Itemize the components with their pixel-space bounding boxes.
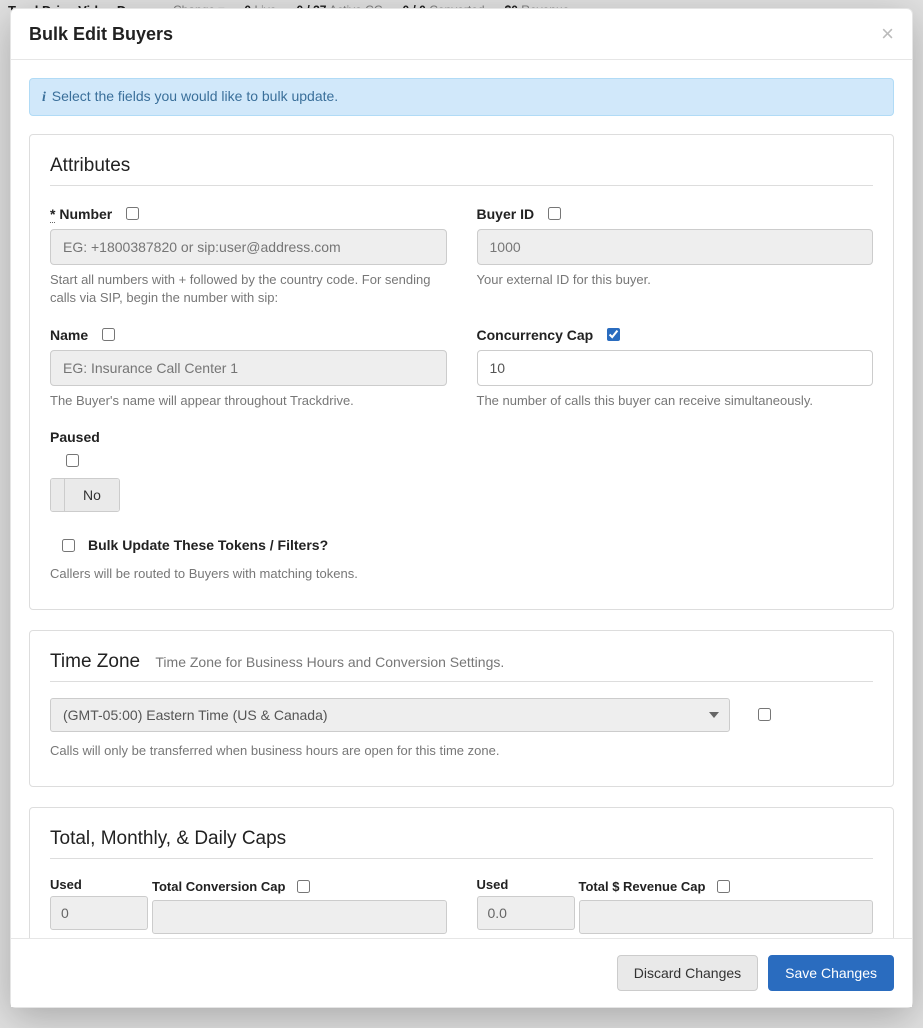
modal-header: Bulk Edit Buyers × [11, 9, 912, 60]
modal-footer: Discard Changes Save Changes [11, 938, 912, 1007]
attributes-panel: Attributes * Number Start all numbers wi… [29, 134, 894, 610]
rev-cap-checkbox[interactable] [717, 880, 730, 893]
buyer-id-help: Your external ID for this buyer. [477, 271, 874, 289]
paused-toggle[interactable]: No [50, 478, 120, 512]
paused-label: Paused [50, 429, 100, 445]
concurrency-input[interactable] [477, 350, 874, 386]
tokens-help: Callers will be routed to Buyers with ma… [50, 565, 873, 583]
tokens-checkbox[interactable] [62, 539, 75, 552]
number-input[interactable] [50, 229, 447, 265]
close-icon[interactable]: × [881, 23, 894, 45]
timezone-panel: Time Zone Time Zone for Business Hours a… [29, 630, 894, 787]
bulk-edit-modal: Bulk Edit Buyers × i Select the fields y… [10, 8, 913, 1008]
caps-panel: Total, Monthly, & Daily Caps Used Total … [29, 807, 894, 938]
buyer-id-field-group: Buyer ID Your external ID for this buyer… [477, 204, 874, 307]
conv-cap-checkbox[interactable] [297, 880, 310, 893]
revenue-cap-group: Used Total $ Revenue Cap [477, 877, 874, 934]
tokens-row: Bulk Update These Tokens / Filters? [50, 536, 873, 555]
name-label: Name [50, 327, 88, 343]
paused-value: No [65, 479, 119, 511]
name-help: The Buyer's name will appear throughout … [50, 392, 447, 410]
rev-cap-input[interactable] [579, 900, 874, 934]
caps-heading: Total, Monthly, & Daily Caps [50, 828, 873, 859]
toggle-handle [51, 479, 65, 511]
number-help: Start all numbers with + followed by the… [50, 271, 447, 307]
timezone-enable-checkbox[interactable] [758, 708, 771, 721]
used-conv-input[interactable] [50, 896, 148, 930]
used-rev-input[interactable] [477, 896, 575, 930]
conv-cap-input[interactable] [152, 900, 447, 934]
discard-button[interactable]: Discard Changes [617, 955, 758, 991]
modal-body: i Select the fields you would like to bu… [11, 60, 912, 938]
concurrency-field-group: Concurrency Cap The number of calls this… [477, 325, 874, 410]
timezone-subtitle: Time Zone for Business Hours and Convers… [155, 654, 504, 670]
number-field-group: * Number Start all numbers with + follow… [50, 204, 447, 307]
timezone-help: Calls will only be transferred when busi… [50, 742, 873, 760]
name-field-group: Name The Buyer's name will appear throug… [50, 325, 447, 410]
info-text: Select the fields you would like to bulk… [52, 88, 338, 104]
concurrency-label: Concurrency Cap [477, 327, 594, 343]
buyer-id-label: Buyer ID [477, 206, 535, 222]
name-enable-checkbox[interactable] [102, 328, 115, 341]
tokens-label: Bulk Update These Tokens / Filters? [88, 537, 328, 553]
number-label: * Number [50, 206, 112, 222]
paused-field-group: Paused No [50, 429, 445, 514]
info-icon: i [42, 90, 46, 105]
name-input[interactable] [50, 350, 447, 386]
buyer-id-enable-checkbox[interactable] [548, 207, 561, 220]
attributes-heading: Attributes [50, 155, 873, 186]
info-banner: i Select the fields you would like to bu… [29, 78, 894, 116]
concurrency-enable-checkbox[interactable] [607, 328, 620, 341]
concurrency-help: The number of calls this buyer can recei… [477, 392, 874, 410]
conv-cap-label: Total Conversion Cap [152, 879, 285, 894]
used-label-2: Used [477, 877, 575, 892]
modal-title: Bulk Edit Buyers [29, 24, 173, 45]
timezone-heading: Time Zone Time Zone for Business Hours a… [50, 651, 873, 682]
rev-cap-label: Total $ Revenue Cap [579, 879, 706, 894]
timezone-value: (GMT-05:00) Eastern Time (US & Canada) [63, 707, 328, 723]
paused-enable-checkbox[interactable] [66, 454, 79, 467]
number-enable-checkbox[interactable] [126, 207, 139, 220]
timezone-select[interactable]: (GMT-05:00) Eastern Time (US & Canada) [50, 698, 730, 732]
used-label-1: Used [50, 877, 148, 892]
chevron-down-icon [709, 712, 719, 718]
conversion-cap-group: Used Total Conversion Cap [50, 877, 447, 934]
save-button[interactable]: Save Changes [768, 955, 894, 991]
buyer-id-input[interactable] [477, 229, 874, 265]
